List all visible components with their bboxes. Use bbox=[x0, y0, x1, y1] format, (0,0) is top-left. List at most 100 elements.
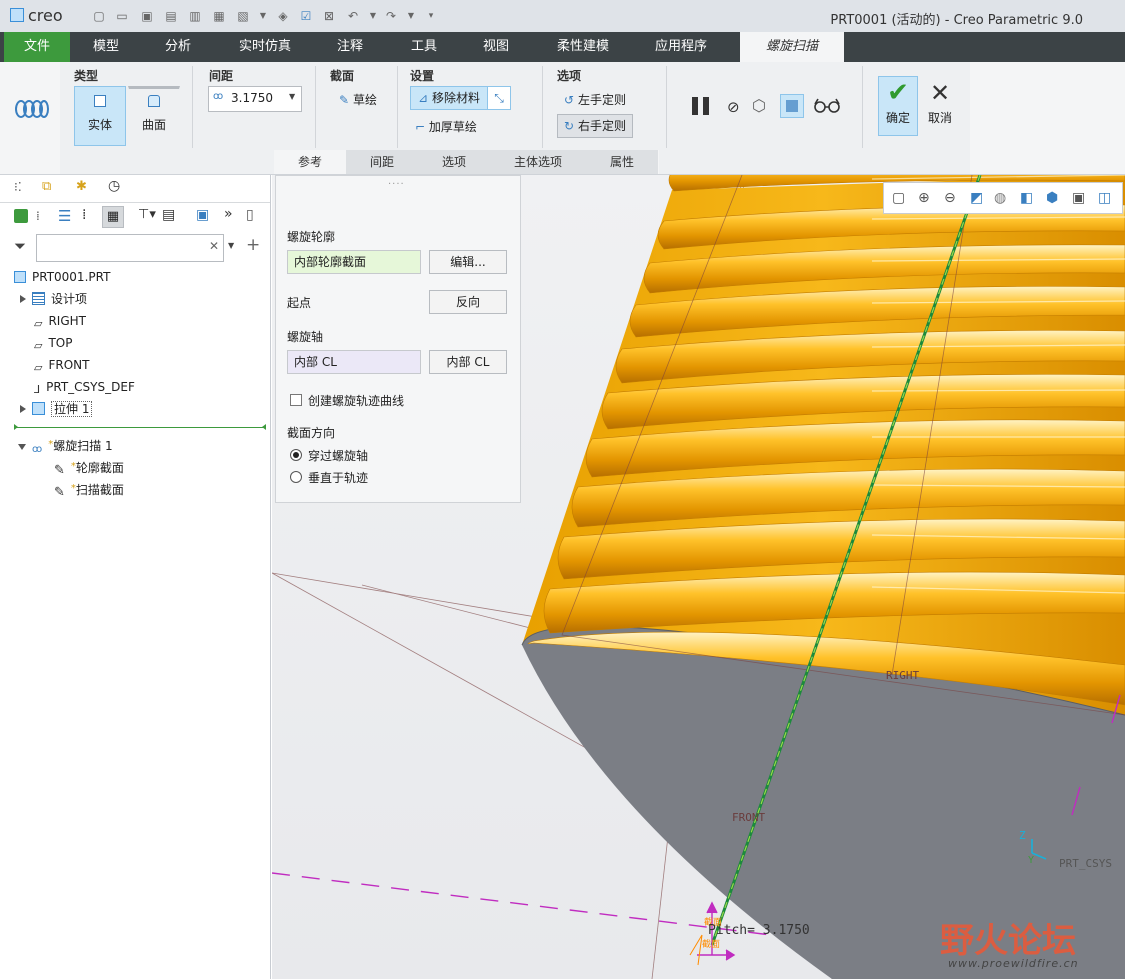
panel-grip[interactable]: .... bbox=[388, 176, 405, 187]
cube-icon[interactable] bbox=[14, 209, 28, 223]
save-copy-icon[interactable]: ▤ bbox=[164, 9, 178, 23]
model-tree-tab-icon[interactable]: ⁝⁚ bbox=[14, 180, 22, 194]
tree-item-sweep-section[interactable]: ✎ *扫描截面 bbox=[54, 479, 124, 500]
display-style-icon[interactable]: ◍ bbox=[994, 190, 1010, 206]
cancel-button[interactable]: ✕ 取消 bbox=[920, 76, 960, 136]
tree-item-top[interactable]: ▱ TOP bbox=[34, 333, 72, 353]
tree-item-profile-section[interactable]: ✎ *轮廓截面 bbox=[54, 457, 124, 478]
windows-icon[interactable]: ▧ bbox=[236, 9, 250, 23]
close-window-icon[interactable]: ⊠ bbox=[322, 9, 336, 23]
tree-display-icon[interactable]: ▤ bbox=[162, 207, 175, 223]
pitch-dimension[interactable]: Pitch= 3.1750 bbox=[708, 923, 810, 938]
zoom-in-icon[interactable]: ⊕ bbox=[918, 190, 934, 206]
open-file-icon[interactable]: ▭ bbox=[115, 9, 129, 23]
tree-item-helical-sweep[interactable]: ꝏ *螺旋扫描 1 bbox=[18, 435, 113, 455]
sketch-button[interactable]: ✎ 草绘 bbox=[330, 88, 386, 112]
tree-item-csys[interactable]: ⅃ PRT_CSYS_DEF bbox=[34, 377, 135, 397]
geometry-preview-icon[interactable]: ⬡ bbox=[752, 96, 766, 115]
tree-filter-icon[interactable]: ⊤▾ bbox=[138, 207, 156, 222]
left-handed-button[interactable]: ↺ 左手定则 bbox=[557, 88, 633, 112]
axis-collector[interactable]: 内部 CL bbox=[287, 350, 421, 374]
normal-to-trajectory-radio[interactable] bbox=[290, 471, 302, 483]
create-curve-checkbox[interactable] bbox=[290, 394, 302, 406]
menu-view[interactable]: 视图 bbox=[472, 32, 520, 62]
menu-file[interactable]: 文件 bbox=[4, 32, 70, 62]
profile-collector[interactable]: 内部轮廓截面 bbox=[287, 250, 421, 274]
save-icon[interactable]: ▣ bbox=[140, 9, 154, 23]
tab-helical-sweep[interactable]: 螺旋扫描 bbox=[740, 32, 844, 62]
tree-root[interactable]: PRT0001.PRT bbox=[14, 267, 110, 287]
tree-item-extrude[interactable]: 拉伸 1 bbox=[20, 399, 93, 419]
chevron-down-icon[interactable]: ▼ bbox=[228, 241, 234, 250]
customize-toolbar-icon[interactable]: ▾ bbox=[424, 9, 438, 23]
layer-tree-tab-icon[interactable]: ⧉ bbox=[42, 179, 51, 194]
tab-references[interactable]: 参考 bbox=[274, 150, 347, 174]
favorites-tab-icon[interactable]: ✱ bbox=[76, 179, 87, 194]
collapse-arrow-icon[interactable] bbox=[18, 444, 26, 450]
zoom-out-icon[interactable]: ⊖ bbox=[944, 190, 960, 206]
datum-label-front[interactable]: FRONT bbox=[732, 811, 765, 824]
show-icon[interactable]: ▣ bbox=[196, 207, 209, 223]
paint-icon[interactable]: ◈ bbox=[276, 9, 290, 23]
regenerate-icon[interactable]: ▥ bbox=[188, 9, 202, 23]
expand-arrow-icon[interactable] bbox=[20, 295, 26, 303]
tab-pitch[interactable]: 间距 bbox=[346, 150, 419, 174]
tree-page-icon[interactable]: ▯ bbox=[246, 207, 254, 223]
menu-tools[interactable]: 工具 bbox=[400, 32, 448, 62]
chevron-down-icon[interactable]: ▼ bbox=[256, 9, 270, 23]
add-icon[interactable]: + bbox=[246, 235, 260, 255]
redo-icon[interactable]: ↷ bbox=[384, 9, 398, 23]
datum-display-icon[interactable]: ◫ bbox=[1098, 190, 1114, 206]
surface-button[interactable]: 曲面 bbox=[128, 86, 180, 148]
saved-orientations-icon[interactable]: ◧ bbox=[1020, 190, 1036, 206]
tab-properties[interactable]: 属性 bbox=[586, 150, 659, 174]
solid-button[interactable]: 实体 bbox=[74, 86, 126, 146]
menu-live-simulation[interactable]: 实时仿真 bbox=[232, 32, 298, 62]
perspective-icon[interactable]: ▣ bbox=[1072, 190, 1088, 206]
menu-model[interactable]: 模型 bbox=[82, 32, 130, 62]
tree-item-front[interactable]: ▱ FRONT bbox=[34, 355, 89, 375]
pause-icon[interactable] bbox=[690, 95, 712, 117]
csys-label[interactable]: PRT_CSYS bbox=[1059, 857, 1112, 870]
view-manager-icon[interactable]: ⬢ bbox=[1046, 190, 1062, 206]
search-input[interactable]: ✕ bbox=[36, 234, 224, 262]
tree-columns-icon[interactable]: ⁞ bbox=[82, 207, 86, 223]
redo-dropdown-icon[interactable]: ▼ bbox=[404, 9, 418, 23]
refit-icon[interactable]: ▢ bbox=[892, 190, 908, 206]
feature-preview-icon[interactable] bbox=[780, 94, 804, 118]
tree-item-design-items[interactable]: 设计项 bbox=[20, 289, 87, 309]
verify-glasses-icon[interactable] bbox=[812, 96, 842, 117]
datum-label-right[interactable]: RIGHT bbox=[886, 669, 919, 682]
right-handed-button[interactable]: ↻ 右手定则 bbox=[557, 114, 633, 138]
clear-icon[interactable]: ✕ bbox=[209, 239, 219, 253]
new-file-icon[interactable]: ▢ bbox=[92, 9, 106, 23]
switch-window-icon[interactable]: ▦ bbox=[212, 9, 226, 23]
undo-icon[interactable]: ↶ bbox=[346, 9, 360, 23]
history-tab-icon[interactable]: ◷ bbox=[108, 178, 120, 194]
tree-settings-icon[interactable]: ▦ bbox=[102, 206, 124, 228]
repaint-icon[interactable]: ◩ bbox=[970, 190, 986, 206]
menu-annotate[interactable]: 注释 bbox=[326, 32, 374, 62]
edit-button[interactable]: 编辑... bbox=[429, 250, 507, 274]
menu-flexible-modeling[interactable]: 柔性建模 bbox=[550, 32, 616, 62]
internal-cl-button[interactable]: 内部 CL bbox=[429, 350, 507, 374]
ok-button[interactable]: ✔ 确定 bbox=[878, 76, 918, 136]
expand-arrow-icon[interactable] bbox=[20, 405, 26, 413]
tab-options[interactable]: 选项 bbox=[418, 150, 491, 174]
filter-icon[interactable]: ⏷ bbox=[14, 237, 26, 255]
remove-material-button[interactable]: ⊿ 移除材料 bbox=[410, 86, 488, 110]
undo-dropdown-icon[interactable]: ▼ bbox=[366, 9, 380, 23]
menu-analysis[interactable]: 分析 bbox=[154, 32, 202, 62]
flip-start-button[interactable]: 反向 bbox=[429, 290, 507, 314]
tree-list-icon[interactable]: ☰ bbox=[58, 207, 71, 225]
menu-applications[interactable]: 应用程序 bbox=[648, 32, 714, 62]
more-icon[interactable]: » bbox=[224, 206, 233, 222]
no-preview-icon[interactable]: ⊘ bbox=[727, 98, 740, 116]
check-box-icon[interactable]: ☑ bbox=[299, 9, 313, 23]
chevron-down-icon[interactable]: ▼ bbox=[289, 92, 295, 101]
tab-body-options[interactable]: 主体选项 bbox=[490, 150, 587, 174]
flip-direction-button[interactable]: ⤡ bbox=[487, 86, 511, 110]
thicken-sketch-button[interactable]: ⌐ 加厚草绘 bbox=[414, 116, 496, 138]
through-axis-radio[interactable] bbox=[290, 449, 302, 461]
pitch-input[interactable]: ꝏ 3.1750 ▼ bbox=[208, 86, 302, 112]
